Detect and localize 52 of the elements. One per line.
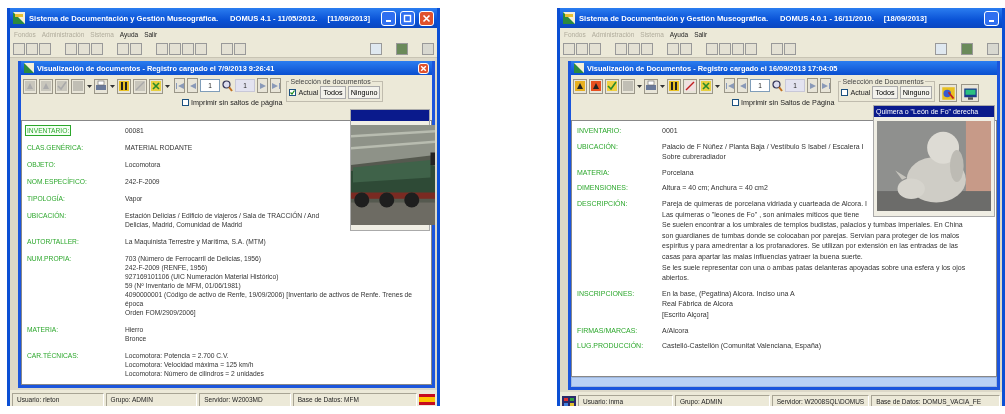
next-page-button[interactable] (807, 78, 818, 93)
first-page-button[interactable] (174, 78, 185, 93)
checkbox[interactable] (841, 89, 849, 96)
next-page-arrow-icon (258, 82, 267, 89)
minimize-icon (989, 19, 994, 22)
exit-button[interactable] (396, 42, 408, 55)
app-icon (24, 63, 34, 73)
dropdown-arrow-icon (637, 84, 642, 88)
close-icon (422, 13, 431, 23)
maximize-icon (403, 13, 412, 23)
checkbox[interactable] (182, 99, 189, 106)
previous-page-button[interactable] (737, 78, 748, 93)
flag-icon (419, 394, 435, 405)
app-icon (574, 63, 584, 73)
grid-icon (562, 395, 576, 406)
first-page-arrow-icon (725, 82, 734, 89)
dropdown-arrow-icon (110, 84, 115, 88)
horizontal-scrollbar[interactable] (571, 377, 997, 387)
dropdown-arrow-icon (715, 84, 720, 88)
toolbar-button[interactable] (961, 84, 980, 102)
previous-page-arrow-icon (188, 82, 197, 89)
printer-icon (645, 80, 657, 92)
last-page-button[interactable] (270, 78, 281, 93)
checkbox[interactable] (289, 89, 297, 96)
maximize-button[interactable] (400, 10, 415, 26)
dropdown-arrow-icon (660, 84, 665, 88)
minimize-button[interactable] (984, 10, 999, 26)
last-page-arrow-icon (821, 82, 830, 89)
dropdown-arrow-icon (87, 84, 92, 88)
close-icon (420, 64, 427, 72)
print-button[interactable] (644, 78, 658, 94)
last-page-button[interactable] (820, 78, 831, 93)
exit-button[interactable] (961, 42, 973, 55)
minimize-button[interactable] (381, 10, 396, 26)
next-page-arrow-icon (808, 82, 817, 89)
printer-icon (95, 80, 107, 92)
close-button[interactable] (418, 62, 429, 74)
first-page-arrow-icon (175, 82, 184, 89)
last-page-arrow-icon (271, 82, 280, 89)
checkbox[interactable] (732, 99, 739, 106)
minimize-icon (386, 19, 391, 22)
dropdown-arrow-icon (165, 84, 170, 88)
previous-page-button[interactable] (187, 78, 198, 93)
search-icon[interactable] (772, 79, 783, 92)
close-button[interactable] (419, 10, 434, 26)
search-icon[interactable] (222, 79, 233, 92)
print-button[interactable] (94, 78, 108, 94)
previous-page-arrow-icon (738, 82, 747, 89)
app-icon (13, 12, 25, 24)
next-page-button[interactable] (257, 78, 268, 93)
first-page-button[interactable] (724, 78, 735, 93)
app-icon (563, 12, 575, 24)
